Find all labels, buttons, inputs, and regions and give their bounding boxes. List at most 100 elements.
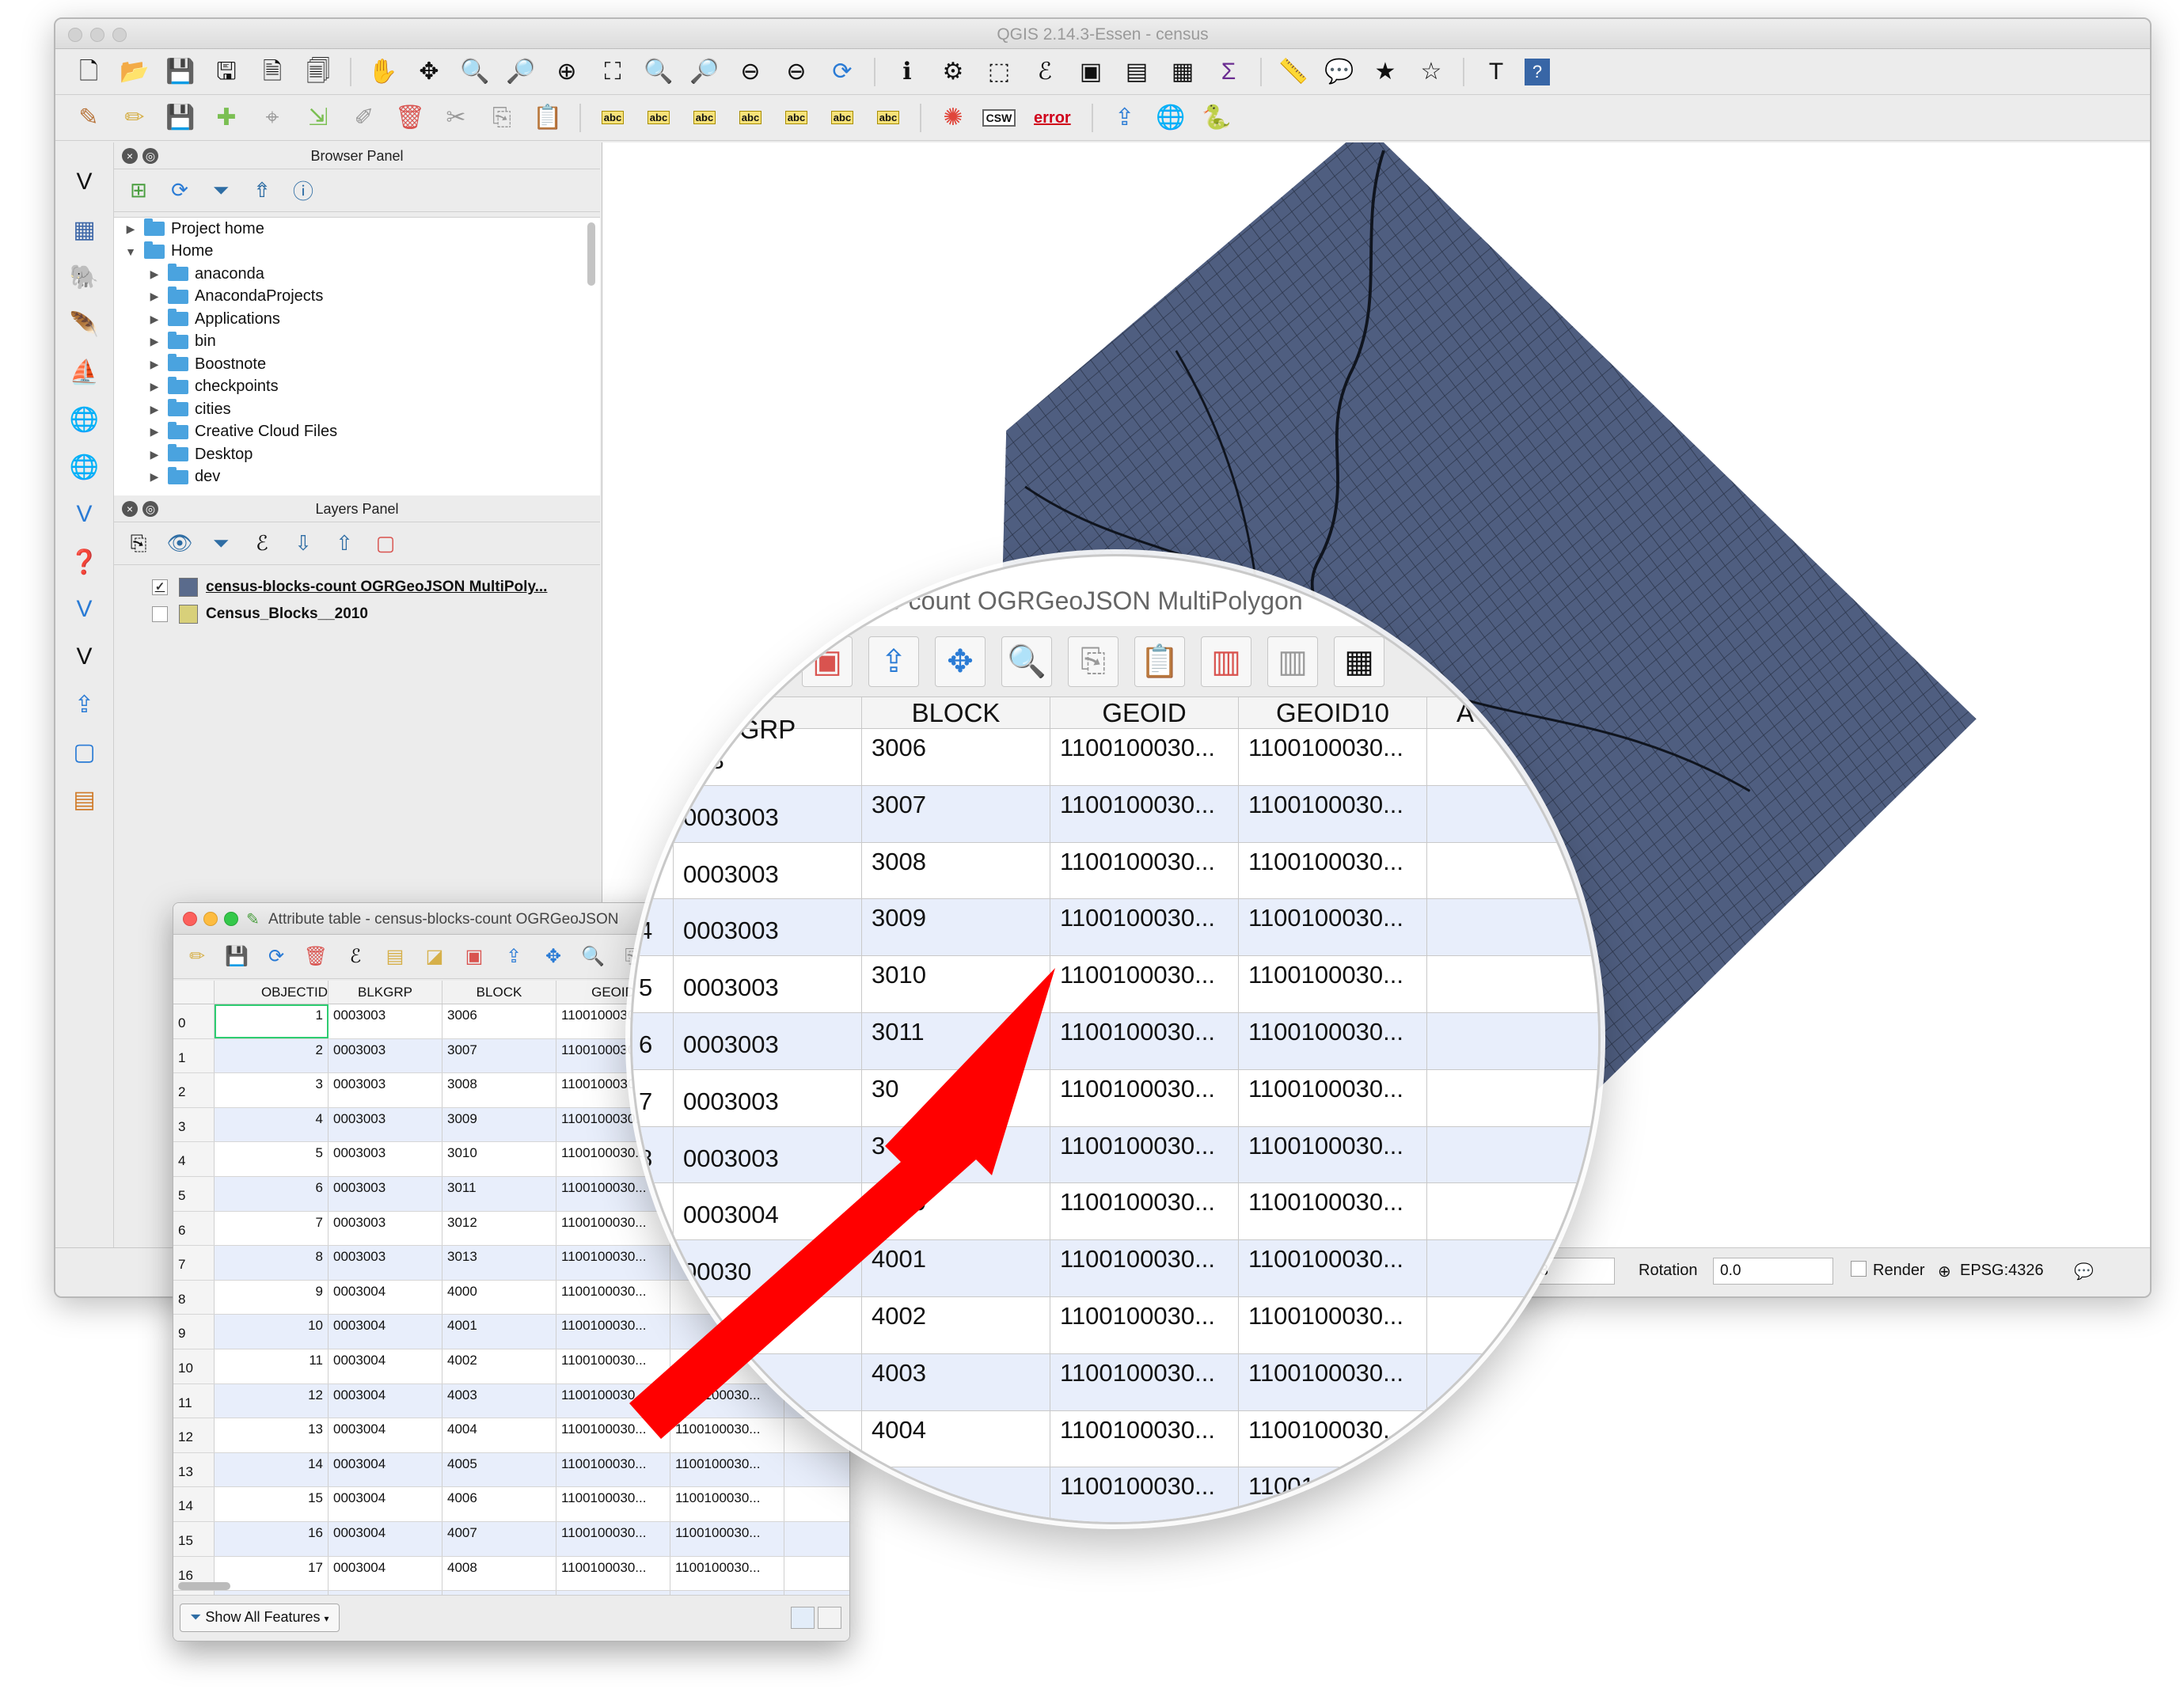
browser-item[interactable]: ▶ Creative Cloud Files [114, 421, 600, 444]
table-cell[interactable]: 0003004 [329, 1452, 442, 1487]
row-number-cell[interactable]: 7 [173, 1246, 215, 1280]
row-number-cell[interactable]: 6 [173, 1211, 215, 1246]
browser-item[interactable]: ▼ Home [114, 241, 600, 264]
add-wfs-layer-icon[interactable]: V [66, 497, 103, 532]
table-cell[interactable]: 0003003 [329, 1211, 442, 1246]
row-number-cell[interactable]: 9 [173, 1315, 215, 1349]
deselect-icon[interactable]: ▣ [1073, 55, 1108, 89]
expanded-arrow-icon[interactable]: ▼ [122, 245, 139, 258]
table-cell[interactable]: 12 [215, 1383, 329, 1418]
table-cell[interactable]: 3007 [442, 1038, 556, 1073]
table-cell[interactable]: 0003004 [329, 1521, 442, 1556]
browser-item[interactable]: ▶ Desktop [114, 443, 600, 466]
oracle-layer-icon[interactable]: ▢ [66, 734, 103, 769]
table-cell[interactable]: 4000 [442, 1280, 556, 1315]
table-cell[interactable]: 3012 [442, 1211, 556, 1246]
row-number-cell[interactable]: 11 [173, 1383, 215, 1418]
show-all-features-button[interactable]: ⏷ Show All Features ▾ [180, 1604, 340, 1632]
row-number-cell[interactable]: 2 [173, 1073, 215, 1107]
show-bookmarks-icon[interactable]: ☆ [1414, 55, 1449, 89]
row-number-cell[interactable]: 13 [173, 1452, 215, 1487]
table-cell[interactable]: 0003003 [329, 1004, 442, 1038]
table-cell[interactable]: 0003003 [329, 1246, 442, 1280]
table-cell[interactable]: 0003003 [329, 1073, 442, 1107]
table-cell[interactable]: 0003003 [329, 1038, 442, 1073]
add-postgis-layer-icon[interactable]: 🐘 [66, 260, 103, 294]
zoom-in-icon[interactable]: 🔍 [458, 55, 492, 89]
filter-legend-icon[interactable]: ⏷ [207, 531, 234, 556]
table-cell[interactable]: 13 [215, 1418, 329, 1452]
toggle-editing-icon[interactable]: ✏ [117, 101, 152, 135]
table-cell[interactable]: 15 [215, 1487, 329, 1521]
open-project-icon[interactable]: 📂 [117, 55, 152, 89]
delete-selected-icon[interactable]: 🗑 [393, 101, 427, 135]
table-cell[interactable]: 1 [215, 1004, 329, 1038]
style-manager-icon[interactable]: ⎘ [125, 531, 152, 556]
table-cell[interactable]: 0003004 [329, 1349, 442, 1383]
pan-to-selection-icon[interactable]: ✥ [412, 55, 446, 89]
rotation-field[interactable]: 0.0 [1713, 1258, 1833, 1285]
table-cell[interactable]: 14 [215, 1452, 329, 1487]
minimize-window-button[interactable] [203, 912, 218, 926]
column-header[interactable]: BLOCK [442, 981, 556, 1004]
horizontal-scrollbar[interactable] [178, 1582, 230, 1590]
zoom-full-icon[interactable]: ⛶ [595, 55, 630, 89]
collapsed-arrow-icon[interactable]: ▶ [146, 358, 163, 371]
table-cell[interactable]: 0003004 [329, 1280, 442, 1315]
table-cell[interactable]: 4008 [442, 1556, 556, 1591]
crs-globe-icon[interactable]: ⊕ [1938, 1262, 1951, 1281]
row-number-cell[interactable]: 10 [173, 1349, 215, 1383]
add-vector-layer-icon[interactable]: V [66, 165, 103, 199]
collapsed-arrow-icon[interactable]: ▶ [146, 268, 163, 281]
collapsed-arrow-icon[interactable]: ▶ [146, 470, 163, 484]
table-view-icon[interactable] [791, 1607, 815, 1629]
table-cell[interactable]: 4003 [442, 1383, 556, 1418]
layer-visibility-checkbox[interactable] [152, 606, 168, 622]
zoom-to-layer-icon[interactable]: 🔎 [687, 55, 722, 89]
collapse-all-icon[interactable]: ⇧ [331, 531, 358, 556]
plugin-lifesaver-icon[interactable]: ✺ [936, 101, 970, 135]
add-wcs-layer-icon[interactable]: 🌐 [66, 450, 103, 484]
save-edits-icon[interactable]: 💾 [221, 941, 253, 973]
table-cell[interactable]: 4007 [442, 1521, 556, 1556]
table-cell[interactable]: 2 [215, 1038, 329, 1073]
action-icon[interactable]: ⚙ [936, 55, 970, 89]
browser-item[interactable]: ▶ bin [114, 331, 600, 354]
table-cell[interactable]: 1100100030... [556, 1521, 670, 1556]
collapse-all-icon[interactable]: ⇮ [249, 178, 275, 203]
row-number-cell[interactable]: 14 [173, 1487, 215, 1521]
browser-item[interactable]: ▶ Boostnote [114, 353, 600, 376]
table-cell[interactable]: 0003004 [329, 1315, 442, 1349]
table-cell[interactable]: 0003004 [329, 1418, 442, 1452]
table-cell[interactable]: 4006 [442, 1487, 556, 1521]
table-cell[interactable]: 4005 [442, 1452, 556, 1487]
db-manager-icon[interactable]: ▤ [66, 782, 103, 817]
save-layer-edits-icon[interactable]: 💾 [163, 101, 198, 135]
column-header[interactable]: OBJECTID [215, 981, 329, 1004]
label-tool-icon[interactable]: abc [595, 101, 630, 135]
layer-item[interactable]: ✓ census-blocks-count OGRGeoJSON MultiPol… [114, 575, 600, 600]
zoom-next-icon[interactable]: ⊖ [779, 55, 814, 89]
render-checkbox[interactable] [1851, 1261, 1867, 1277]
error-link[interactable]: error [1027, 101, 1077, 135]
move-selection-to-top-icon[interactable]: ⇪ [498, 941, 530, 973]
visibility-eye-icon[interactable]: 👁 [166, 531, 193, 556]
georeferencer-icon[interactable]: ⇪ [1107, 101, 1142, 135]
row-number-cell[interactable]: 8 [173, 1280, 215, 1315]
form-view-icon[interactable] [818, 1607, 841, 1629]
messages-icon[interactable]: 💬 [2074, 1262, 2094, 1281]
table-cell[interactable]: 11 [215, 1349, 329, 1383]
collapsed-arrow-icon[interactable]: ▶ [146, 313, 163, 326]
add-wms-layer-icon[interactable]: 🌐 [66, 402, 103, 437]
attribute-table-icon[interactable]: ▤ [1119, 55, 1154, 89]
save-project-icon[interactable]: 💾 [163, 55, 198, 89]
table-cell[interactable]: 3009 [442, 1107, 556, 1142]
select-by-expression-icon[interactable]: ℰ [340, 941, 371, 973]
collapsed-arrow-icon[interactable]: ▶ [146, 403, 163, 416]
table-cell[interactable]: 0003003 [329, 1107, 442, 1142]
table-cell[interactable]: 0003004 [329, 1383, 442, 1418]
python-console-icon[interactable]: 🐍 [1199, 101, 1234, 135]
new-shapefile-icon[interactable]: V [66, 640, 103, 674]
browser-item[interactable]: ▶ cities [114, 398, 600, 421]
collapsed-arrow-icon[interactable]: ▶ [146, 290, 163, 303]
